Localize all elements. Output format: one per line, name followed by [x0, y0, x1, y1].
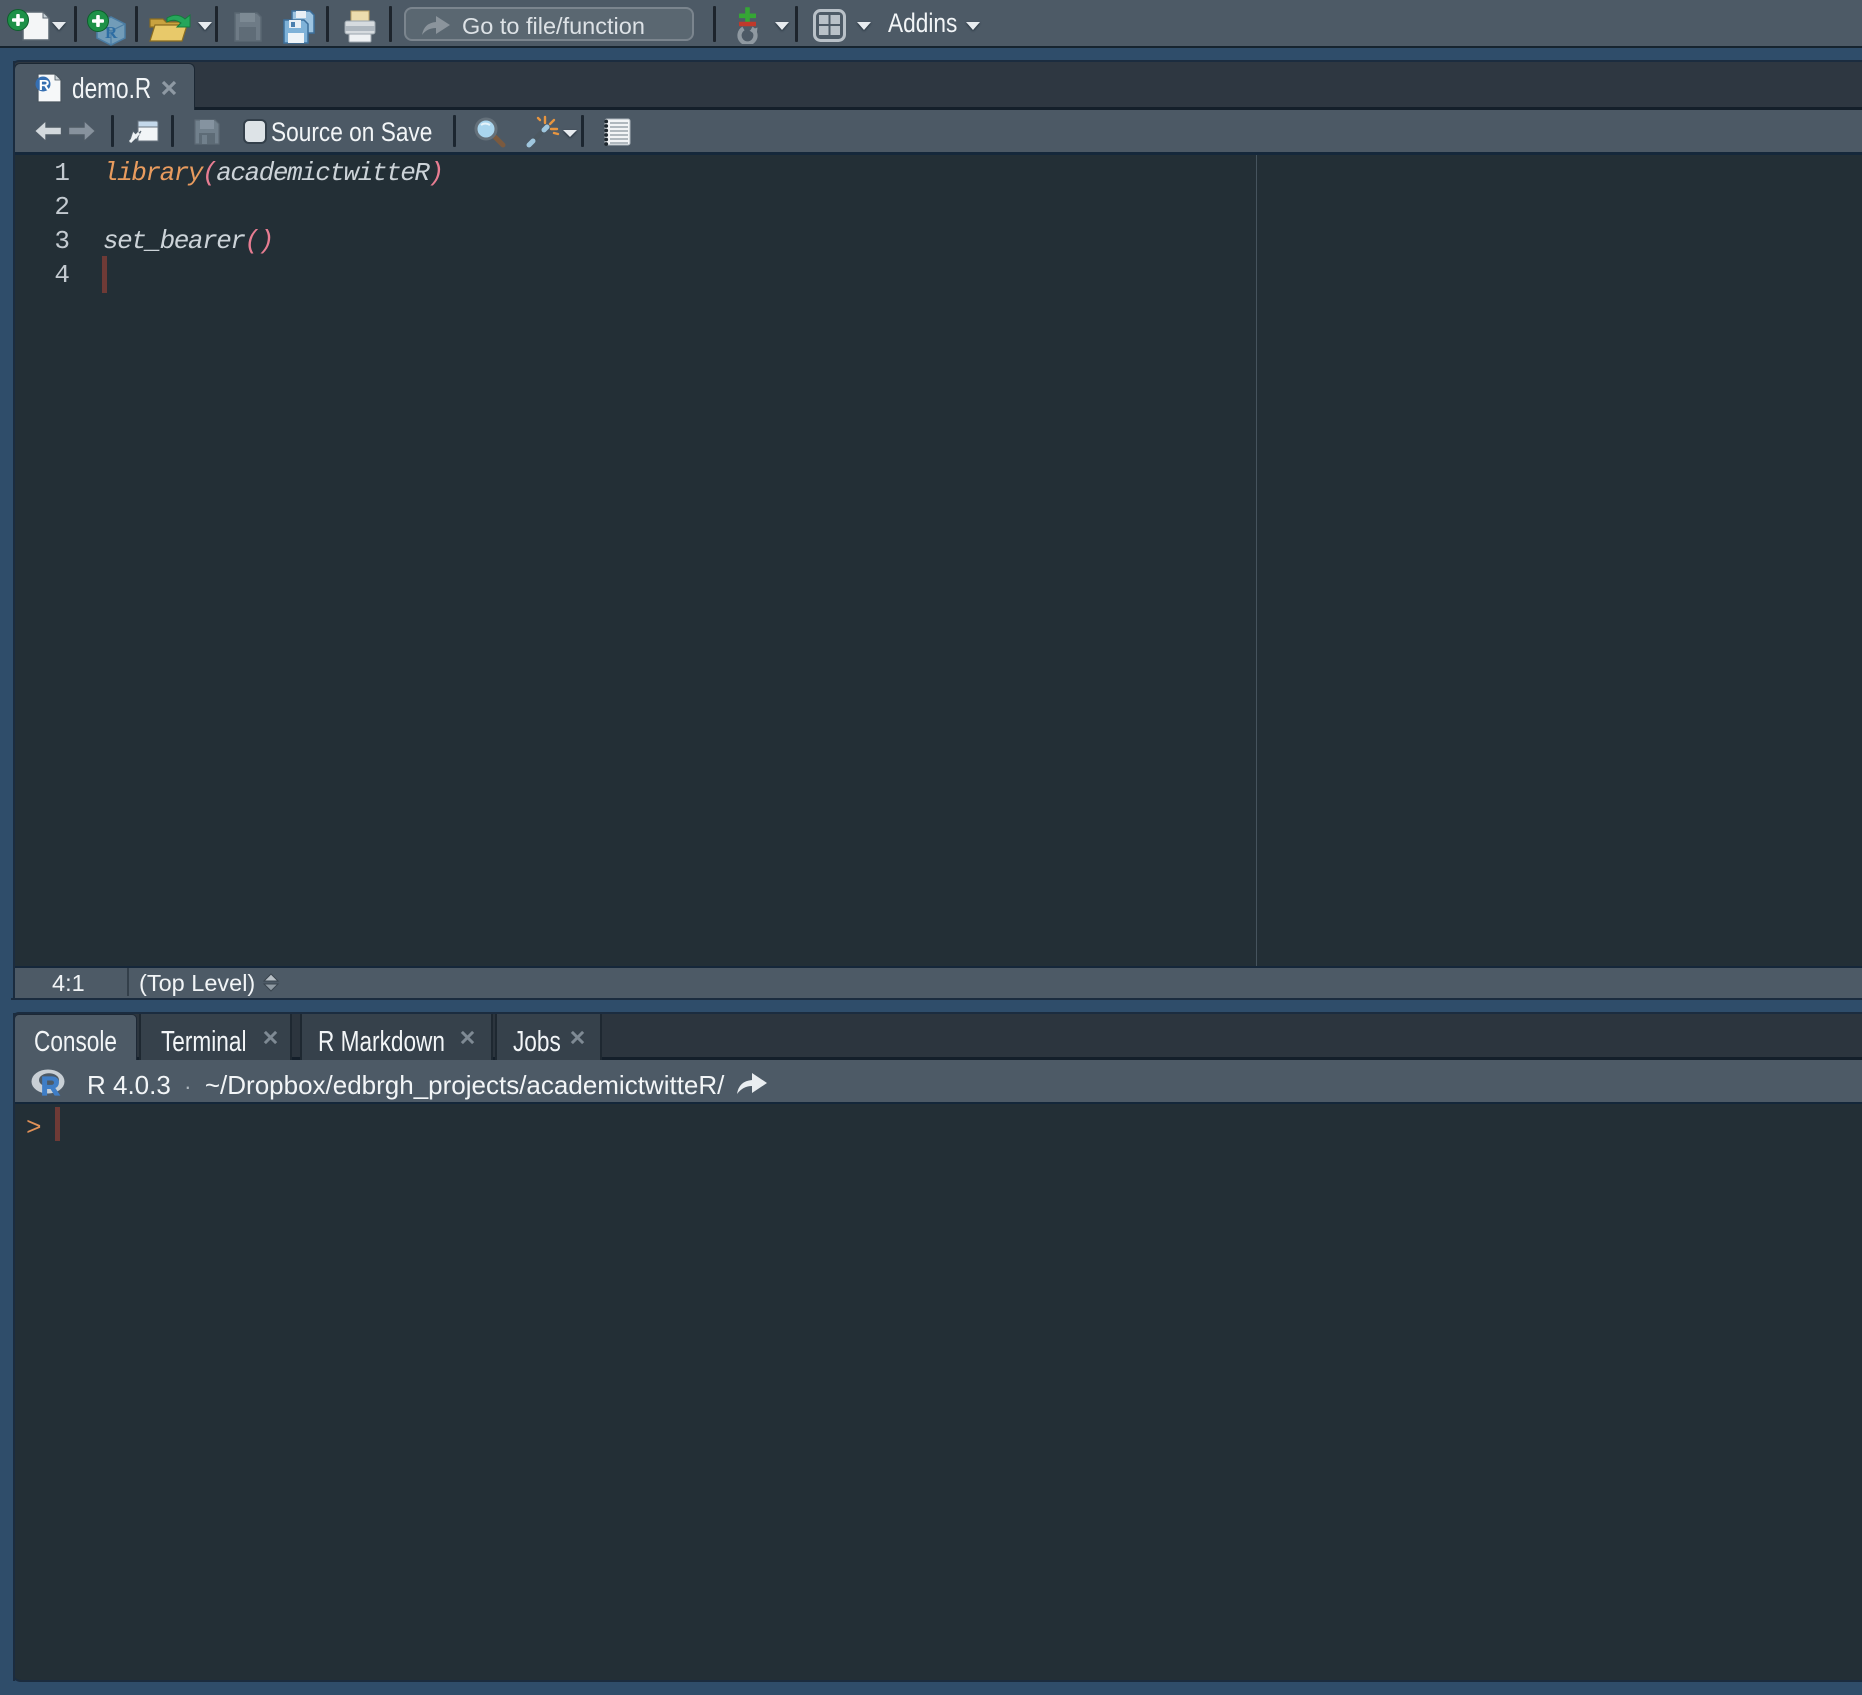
- svg-text:R: R: [39, 77, 50, 94]
- svg-text:R: R: [41, 1071, 60, 1098]
